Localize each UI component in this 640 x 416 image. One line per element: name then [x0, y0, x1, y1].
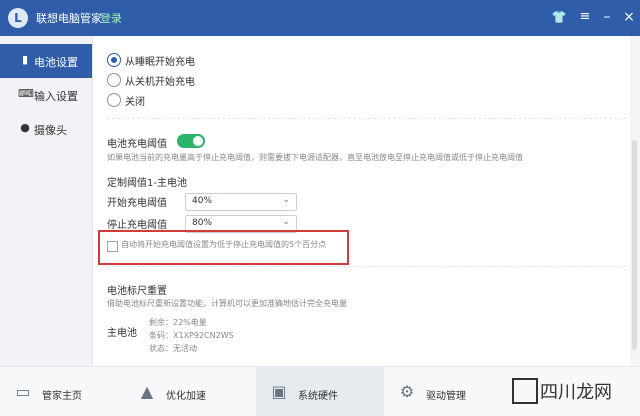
start-threshold-label: 开始充电阈值 [107, 198, 167, 209]
gear-icon: ⚙ [399, 382, 415, 401]
chevron-down-icon: ⌄ [282, 195, 290, 205]
radio-charge-from-sleep[interactable] [107, 53, 121, 67]
divider [107, 266, 627, 267]
radio-label: 关闭 [125, 97, 145, 108]
sidebar-item-input-settings[interactable]: ⌨ 输入设置 [0, 78, 92, 112]
title-bar: L 联想电脑管家 登录 👕 ≡ – × [0, 0, 640, 36]
camera-icon: ● [20, 121, 30, 134]
radio-charge-from-shutdown[interactable] [107, 73, 121, 87]
monitor-icon: ▭ [15, 382, 31, 401]
minimize-icon[interactable]: – [598, 8, 616, 26]
threshold-title: 电池充电阈值 [107, 139, 167, 150]
battery-icon: ▮ [21, 53, 29, 66]
start-threshold-value: 40% [192, 196, 213, 206]
keyboard-icon: ⌨ [18, 87, 34, 100]
lenovo-logo-icon: L [8, 8, 28, 28]
sidebar-item-label: 电池设置 [34, 56, 78, 69]
stop-threshold-label: 停止充电阈值 [107, 220, 167, 231]
login-link[interactable]: 登录 [100, 10, 122, 26]
threshold-description: 如果电池当前的充电量高于停止充电阈值，则需要拔下电源适配器，直至电池放电至停止充… [107, 153, 523, 162]
shirt-icon[interactable]: 👕 [550, 8, 568, 26]
nav-label: 系统硬件 [298, 391, 338, 402]
radio-label: 从关机开始充电 [125, 77, 195, 88]
battery-status: 状态：无活动 [149, 344, 197, 353]
nav-label: 优化加速 [166, 391, 206, 402]
sidebar-item-camera[interactable]: ● 摄像头 [0, 112, 92, 146]
divider [107, 118, 627, 119]
nav-drivers[interactable]: ⚙ 驱动管理 [384, 367, 514, 416]
battery-barcode: 条码：X1XP92CN2WS [149, 331, 234, 340]
sidebar-item-battery-settings[interactable]: ▮ 电池设置 [0, 44, 92, 78]
app-window: L 联想电脑管家 登录 👕 ≡ – × ▮ 电池设置 ⌨ 输入设置 ● 摄像头 … [0, 0, 640, 416]
watermark: 四川龙网 [512, 372, 634, 410]
auto-threshold-checkbox[interactable] [107, 241, 118, 252]
watermark-logo-icon [512, 378, 538, 404]
chevron-down-icon: ⌄ [282, 217, 290, 227]
calibration-description: 借助电池标尺重新设置功能，计算机可以更加准确地估计完全充电量 [107, 299, 347, 308]
nav-optimize[interactable]: ▲ 优化加速 [124, 367, 256, 416]
start-threshold-select[interactable]: 40% ⌄ [185, 193, 297, 211]
stop-threshold-value: 80% [192, 218, 213, 228]
radio-label: 从睡眠开始充电 [125, 57, 195, 68]
nav-label: 管家主页 [42, 391, 82, 402]
app-title: 联想电脑管家 [36, 12, 102, 25]
menu-icon[interactable]: ≡ [576, 8, 594, 26]
chip-icon: ▣ [271, 382, 287, 401]
radio-off[interactable] [107, 93, 121, 107]
nav-hardware[interactable]: ▣ 系统硬件 [256, 367, 384, 416]
sidebar-item-label: 摄像头 [34, 124, 67, 137]
threshold-toggle[interactable] [177, 134, 205, 148]
watermark-text: 四川龙网 [540, 382, 612, 403]
auto-threshold-label: 自动将开始充电阈值设置为低于停止充电阈值的5个百分点 [121, 240, 327, 249]
scrollbar-thumb[interactable] [632, 140, 637, 350]
nav-home[interactable]: ▭ 管家主页 [0, 367, 124, 416]
close-icon[interactable]: × [620, 8, 638, 26]
custom-threshold-title: 定制阈值1-主电池 [107, 178, 187, 189]
nav-label: 驱动管理 [426, 391, 466, 402]
sidebar: ▮ 电池设置 ⌨ 输入设置 ● 摄像头 [0, 36, 93, 366]
main-battery-label: 主电池 [107, 328, 137, 339]
calibration-title: 电池标尺重置 [107, 286, 167, 297]
sidebar-item-label: 输入设置 [34, 90, 78, 103]
rocket-icon: ▲ [140, 382, 154, 401]
main-panel: 从睡眠开始充电 从关机开始充电 关闭 电池充电阈值 如果电池当前的充电量高于停止… [93, 36, 630, 366]
battery-remaining: 剩余：22%电量 [149, 318, 207, 327]
